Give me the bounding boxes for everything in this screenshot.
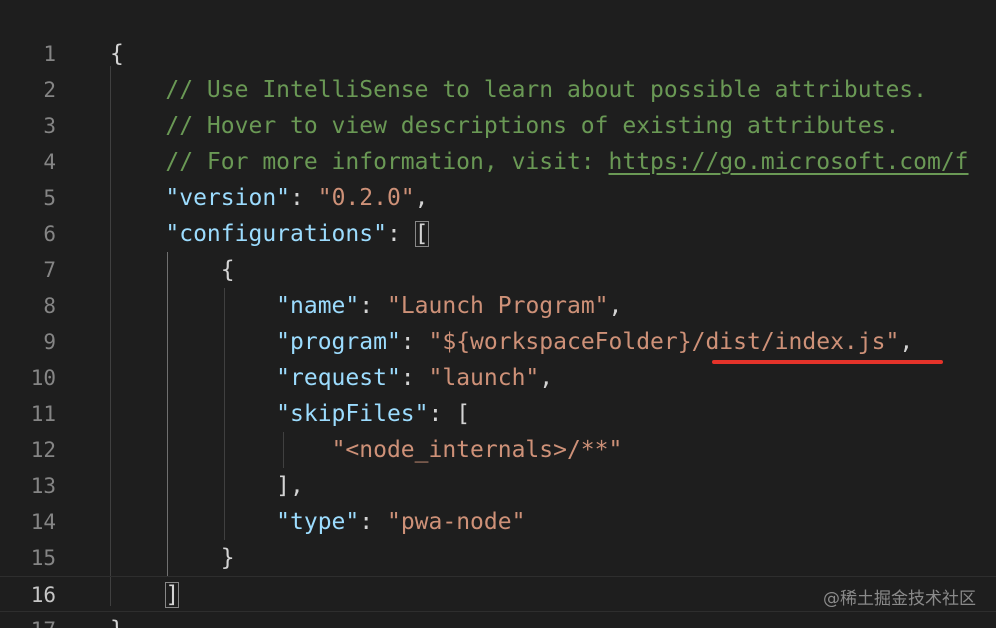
token-str: "0.2.0" [317, 185, 415, 211]
token-str: "<node_internals>/**" [331, 437, 623, 463]
token-punc: , [608, 293, 623, 319]
token-com: // Use IntelliSense to learn about possi… [110, 77, 927, 103]
line-number: 12 [30, 438, 56, 462]
token-punc: , [414, 185, 429, 211]
token-str: "Launch Program" [386, 293, 609, 319]
token-punc [110, 185, 165, 211]
line-content[interactable]: ], [110, 468, 304, 504]
code-line[interactable]: 7 { [0, 252, 996, 288]
token-punc: { [110, 41, 124, 67]
code-line[interactable]: 9 "program": "${workspaceFolder}/dist/in… [0, 324, 996, 360]
matched-bracket: ] [165, 582, 180, 608]
code-line[interactable]: 6 "configurations": [ [0, 216, 996, 252]
line-number: 17 [0, 612, 56, 628]
token-punc: : [290, 185, 318, 211]
token-key: "type" [276, 509, 360, 535]
line-content[interactable]: } [110, 540, 235, 576]
line-content[interactable]: } [110, 612, 124, 628]
token-punc [110, 509, 276, 535]
token-com: // Hover to view descriptions of existin… [110, 113, 900, 139]
token-punc: , [539, 365, 554, 391]
line-content[interactable]: ] [110, 577, 180, 613]
line-number: 5 [43, 186, 56, 210]
code-line[interactable]: 13 ], [0, 468, 996, 504]
line-content[interactable]: "skipFiles": [ [110, 396, 470, 432]
line-number: 9 [43, 330, 56, 354]
token-key: "name" [276, 293, 360, 319]
line-number: 13 [30, 474, 56, 498]
token-punc: } [110, 617, 124, 628]
token-punc: : [400, 365, 429, 391]
token-punc: : [359, 293, 387, 319]
code-line[interactable]: 4 // For more information, visit: https:… [0, 144, 996, 180]
token-punc: { [110, 257, 235, 283]
line-number: 7 [43, 258, 56, 282]
watermark: @稀土掘金技术社区 [823, 589, 976, 609]
line-number: 11 [30, 402, 56, 426]
code-line[interactable]: 12 "<node_internals>/**" [0, 432, 996, 468]
line-number: 1 [43, 42, 56, 66]
token-key: "request" [276, 365, 401, 391]
token-key: "version" [165, 185, 291, 211]
token-punc: : [400, 329, 429, 355]
line-content[interactable]: "program": "${workspaceFolder}/dist/inde… [110, 324, 913, 360]
code-line[interactable]: 17} [0, 612, 996, 628]
token-punc: : [359, 509, 387, 535]
line-content[interactable]: "type": "pwa-node" [110, 504, 525, 540]
token-punc: ], [110, 473, 304, 499]
token-str: "pwa-node" [386, 509, 526, 535]
token-link[interactable]: https://go.microsoft.com/f [609, 149, 969, 175]
red-underline-annotation [712, 360, 943, 364]
line-content[interactable]: "version": "0.2.0", [110, 180, 429, 216]
line-number: 6 [43, 222, 56, 246]
line-content[interactable]: "name": "Launch Program", [110, 288, 622, 324]
line-content[interactable]: { [110, 36, 124, 72]
code-line[interactable]: 5 "version": "0.2.0", [0, 180, 996, 216]
line-content[interactable]: "request": "launch", [110, 360, 553, 396]
line-content[interactable]: { [110, 252, 235, 288]
token-key: "configurations" [165, 221, 387, 247]
line-number: 10 [30, 366, 56, 390]
line-number: 16 [30, 583, 56, 607]
token-punc: : [386, 221, 415, 247]
line-content[interactable]: // Use IntelliSense to learn about possi… [110, 72, 927, 108]
code-line[interactable]: 3 // Hover to view descriptions of exist… [0, 108, 996, 144]
code-line[interactable]: 15 } [0, 540, 996, 576]
token-punc: : [ [428, 401, 471, 427]
token-key: "skipFiles" [276, 401, 429, 427]
line-number: 4 [43, 150, 56, 174]
token-punc [110, 582, 165, 608]
line-content[interactable]: "<node_internals>/**" [110, 432, 623, 468]
code-editor[interactable]: 1{2 // Use IntelliSense to learn about p… [0, 0, 996, 628]
token-punc [110, 437, 332, 463]
token-punc [110, 365, 276, 391]
line-number: 14 [30, 510, 56, 534]
line-content[interactable]: "configurations": [ [110, 216, 429, 252]
token-com: // For more information, visit: [110, 149, 609, 175]
matched-bracket: [ [414, 221, 429, 247]
line-content[interactable]: // Hover to view descriptions of existin… [110, 108, 899, 144]
code-line[interactable]: 1{ [0, 36, 996, 72]
token-punc: } [110, 545, 235, 571]
token-punc [110, 221, 165, 247]
line-number: 3 [43, 114, 56, 138]
line-content[interactable]: // For more information, visit: https://… [110, 144, 969, 180]
token-punc [110, 293, 276, 319]
code-line[interactable]: 8 "name": "Launch Program", [0, 288, 996, 324]
line-number: 15 [30, 546, 56, 570]
line-number: 8 [43, 294, 56, 318]
token-punc [110, 329, 276, 355]
line-number: 2 [43, 78, 56, 102]
code-line[interactable]: 2 // Use IntelliSense to learn about pos… [0, 72, 996, 108]
token-str: "launch" [428, 365, 540, 391]
token-punc [110, 401, 276, 427]
code-line[interactable]: 10 "request": "launch", [0, 360, 996, 396]
token-str: "${workspaceFolder}/dist/index.js" [428, 329, 900, 355]
code-line[interactable]: 11 "skipFiles": [ [0, 396, 996, 432]
code-line[interactable]: 14 "type": "pwa-node" [0, 504, 996, 540]
token-key: "program" [276, 329, 401, 355]
token-punc: , [899, 329, 914, 355]
